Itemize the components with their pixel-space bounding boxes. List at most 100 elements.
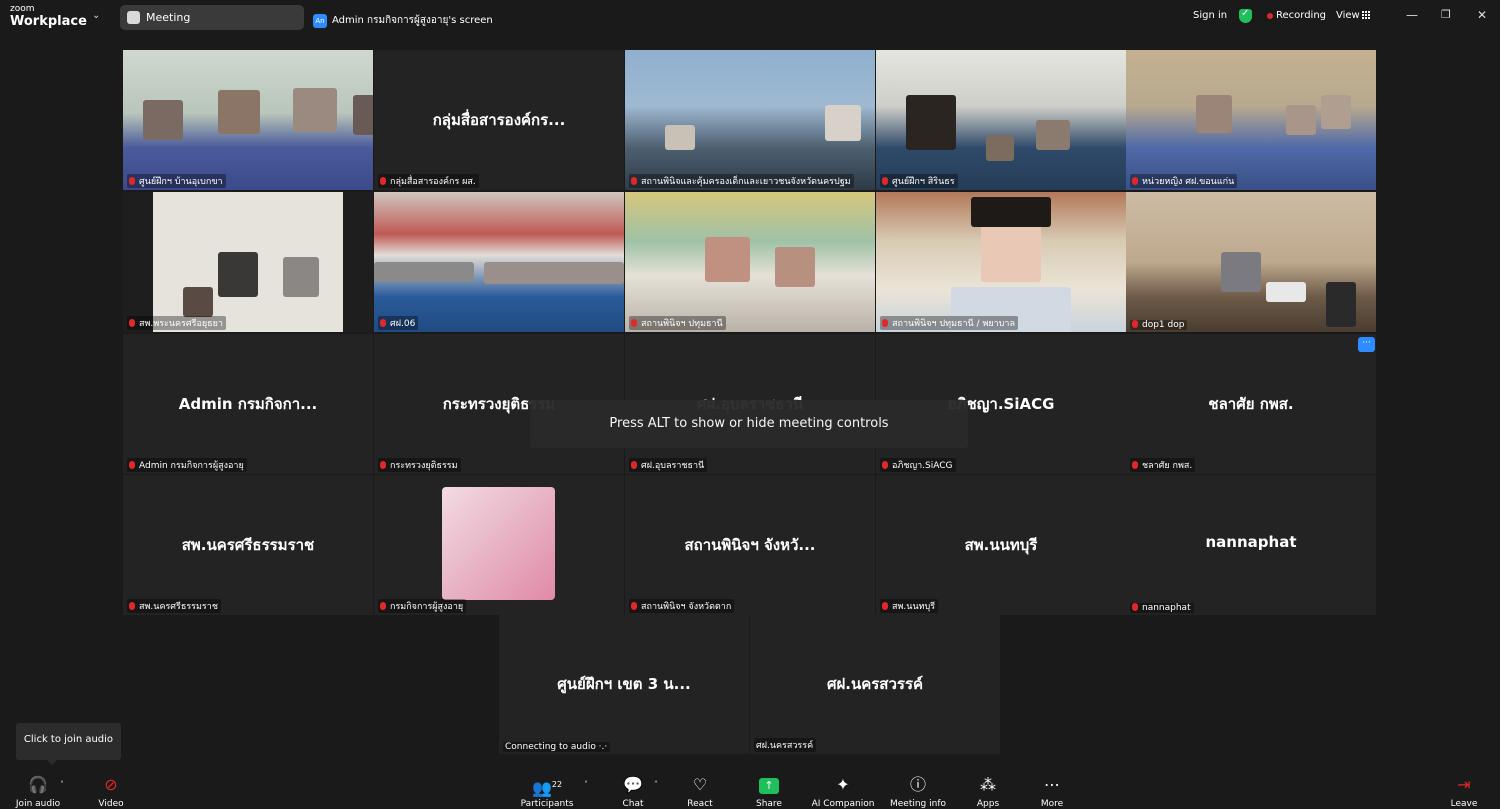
blurred-face: [484, 262, 624, 284]
participant-tile[interactable]: หน่วยหญิง ศฝ.ขอนแก่น: [1126, 50, 1376, 190]
chat-button[interactable]: 💬 Chat: [614, 774, 652, 809]
blurred-face: [1266, 282, 1306, 302]
participant-display-name: สถานพินิจฯ จังหวั...: [684, 536, 816, 554]
meeting-info-button[interactable]: ⓘ Meeting info: [888, 774, 948, 809]
participant-name-label: ศฝ.นครสวรรค์: [754, 738, 817, 752]
participant-label-text: กระทรวงยุติธรรม: [390, 461, 458, 471]
tab-meeting[interactable]: Meeting: [120, 5, 304, 30]
blurred-face: [705, 237, 750, 282]
participant-tile[interactable]: สถานพินิจฯ จังหวั... สถานพินิจฯ จังหวัดตา…: [625, 475, 875, 615]
participant-label-text: สถานพินิจและคุ้มครองเด็กและเยาวชนจังหวัด…: [641, 177, 851, 187]
participant-tile[interactable]: ศฝ.06: [374, 192, 624, 332]
muted-mic-icon: [380, 461, 386, 469]
join-audio-button[interactable]: 🎧 Join audio: [12, 774, 64, 809]
participant-name-label: กลุ่มสื่อสารองค์กร ผส.: [378, 174, 479, 188]
zoom-logo: zoom Workplace: [10, 4, 87, 29]
view-button[interactable]: View: [1336, 10, 1360, 21]
participant-tile[interactable]: ศูนย์ฝึกฯ สิรินธร: [876, 50, 1126, 190]
participant-tile[interactable]: กรมกิจการผู้สูงอายุ: [374, 475, 624, 615]
participant-display-name: กลุ่มสื่อสารองค์กร...: [432, 111, 566, 129]
muted-mic-icon: [631, 461, 637, 469]
blurred-face: [1036, 120, 1070, 150]
participant-label-text: สถานพินิจฯ ปทุมธานี: [641, 319, 723, 329]
participant-tile[interactable]: สถานพินิจฯ ปทุมธานี / พยาบาล: [876, 192, 1126, 332]
participant-label-text: ศฝ.06: [390, 319, 416, 329]
participant-tile[interactable]: nannaphat nannaphat: [1126, 475, 1376, 615]
participant-name-label: กรมกิจการผู้สูงอายุ: [378, 599, 467, 613]
chevron-up-icon[interactable]: ˄: [654, 780, 658, 789]
participant-tile[interactable]: Admin กรมกิจกา... Admin กรมกิจการผู้สูงอา…: [123, 334, 373, 474]
muted-mic-icon: [1132, 177, 1138, 185]
participant-tile[interactable]: ชลาศัย กพส. ชลาศัย กพส.: [1126, 334, 1376, 474]
participant-tile[interactable]: dop1 dop: [1126, 192, 1376, 332]
participant-name-label: อภิชญา.SiACG: [880, 458, 956, 472]
sparkle-icon: ✦: [836, 775, 850, 794]
chevron-down-icon[interactable]: ⌄: [92, 10, 100, 21]
blurred-face: [775, 247, 815, 287]
participant-tile[interactable]: สพ.พระนครศรีอยุธยา: [123, 192, 373, 332]
participant-tile[interactable]: ศูนย์ฝึกฯ เขต 3 น... Connecting to audio …: [499, 614, 749, 754]
share-button[interactable]: ↑ Share: [750, 774, 788, 809]
headphones-icon: 🎧: [28, 775, 48, 794]
minimize-icon[interactable]: —: [1406, 8, 1418, 22]
meeting-toolbar: 🎧 Join audio ˄ ⊘ Video 👥22 Participants …: [0, 768, 1500, 809]
participant-video: [625, 192, 875, 332]
participant-label-text: ศฝ.นครสวรรค์: [756, 741, 814, 751]
blurred-face: [1196, 95, 1232, 133]
participant-tile[interactable]: สถานพินิจและคุ้มครองเด็กและเยาวชนจังหวัด…: [625, 50, 875, 190]
participant-name-label: ศูนย์ฝึกฯ บ้านอุเบกขา: [127, 174, 226, 188]
participant-display-name: ศฝ.นครสวรรค์: [826, 675, 924, 693]
muted-mic-icon: [631, 177, 637, 185]
more-button[interactable]: ⋯ More: [1034, 774, 1070, 809]
chevron-up-icon[interactable]: ˄: [584, 780, 588, 789]
participant-label-text: dop1 dop: [1142, 320, 1185, 330]
blurred-face: [143, 100, 183, 140]
participant-tile[interactable]: กลุ่มสื่อสารองค์กร... กลุ่มสื่อสารองค์กร …: [374, 50, 624, 190]
close-icon[interactable]: ✕: [1477, 8, 1487, 22]
participant-label-text: nannaphat: [1142, 603, 1191, 613]
muted-mic-icon: [380, 177, 386, 185]
muted-mic-icon: [129, 461, 135, 469]
meeting-icon: [127, 11, 140, 24]
participant-video: [1126, 192, 1376, 332]
participant-video: [374, 192, 624, 332]
blurred-face: [665, 125, 695, 150]
participant-tile[interactable]: ศูนย์ฝึกฯ บ้านอุเบกขา: [123, 50, 373, 190]
muted-mic-icon: [129, 177, 135, 185]
video-button[interactable]: ⊘ Video: [92, 774, 130, 809]
leave-button[interactable]: ⇥ Leave: [1446, 774, 1482, 809]
grid-view-icon[interactable]: [1362, 11, 1371, 20]
blurred-face: [1286, 105, 1316, 135]
sign-in-button[interactable]: Sign in: [1193, 10, 1227, 21]
ai-companion-button[interactable]: ✦ AI Companion: [811, 774, 875, 809]
recording-icon: [1267, 13, 1273, 19]
participant-label-text: หน่วยหญิง ศฝ.ขอนแก่น: [1142, 177, 1235, 187]
react-button[interactable]: ♡ React: [681, 774, 719, 809]
shield-icon[interactable]: [1239, 8, 1252, 23]
restore-icon[interactable]: ❐: [1441, 8, 1451, 21]
participant-video: [876, 50, 1126, 190]
participant-tile[interactable]: สพ.นนทบุรี สพ.นนทบุรี: [876, 475, 1126, 615]
participant-label-text: สพ.พระนครศรีอยุธยา: [139, 319, 223, 329]
blurred-face: [906, 95, 956, 150]
chevron-up-icon[interactable]: ˄: [60, 780, 64, 789]
apps-icon: ⁂: [980, 775, 996, 794]
muted-mic-icon: [1132, 320, 1138, 328]
blurred-face: [971, 197, 1051, 227]
leave-icon: ⇥: [1457, 775, 1471, 794]
more-options-button[interactable]: ···: [1358, 337, 1375, 352]
participant-name-label: สถานพินิจฯ ปทุมธานี: [629, 316, 726, 330]
muted-mic-icon: [631, 319, 637, 327]
tab-shared-screen[interactable]: An Admin กรมกิจการผู้สูงอายุ's screen: [313, 10, 493, 29]
blurred-face: [1221, 252, 1261, 292]
participant-tile[interactable]: สพ.นครศรีธรรมราช สพ.นครศรีธรรมราช: [123, 475, 373, 615]
recording-status[interactable]: Recording: [1276, 10, 1326, 21]
muted-mic-icon: [380, 602, 386, 610]
participant-tile[interactable]: สถานพินิจฯ ปทุมธานี: [625, 192, 875, 332]
participant-tile[interactable]: ศฝ.นครสวรรค์ ศฝ.นครสวรรค์: [750, 614, 1000, 754]
participant-label-text: ศฝ.อุบลราชธานี: [641, 461, 705, 471]
apps-button[interactable]: ⁂ Apps: [970, 774, 1006, 809]
participants-button[interactable]: 👥22 Participants: [517, 774, 577, 809]
participant-name-label: ศฝ.06: [378, 316, 419, 330]
participant-display-name: สพ.นครศรีธรรมราช: [181, 536, 315, 554]
